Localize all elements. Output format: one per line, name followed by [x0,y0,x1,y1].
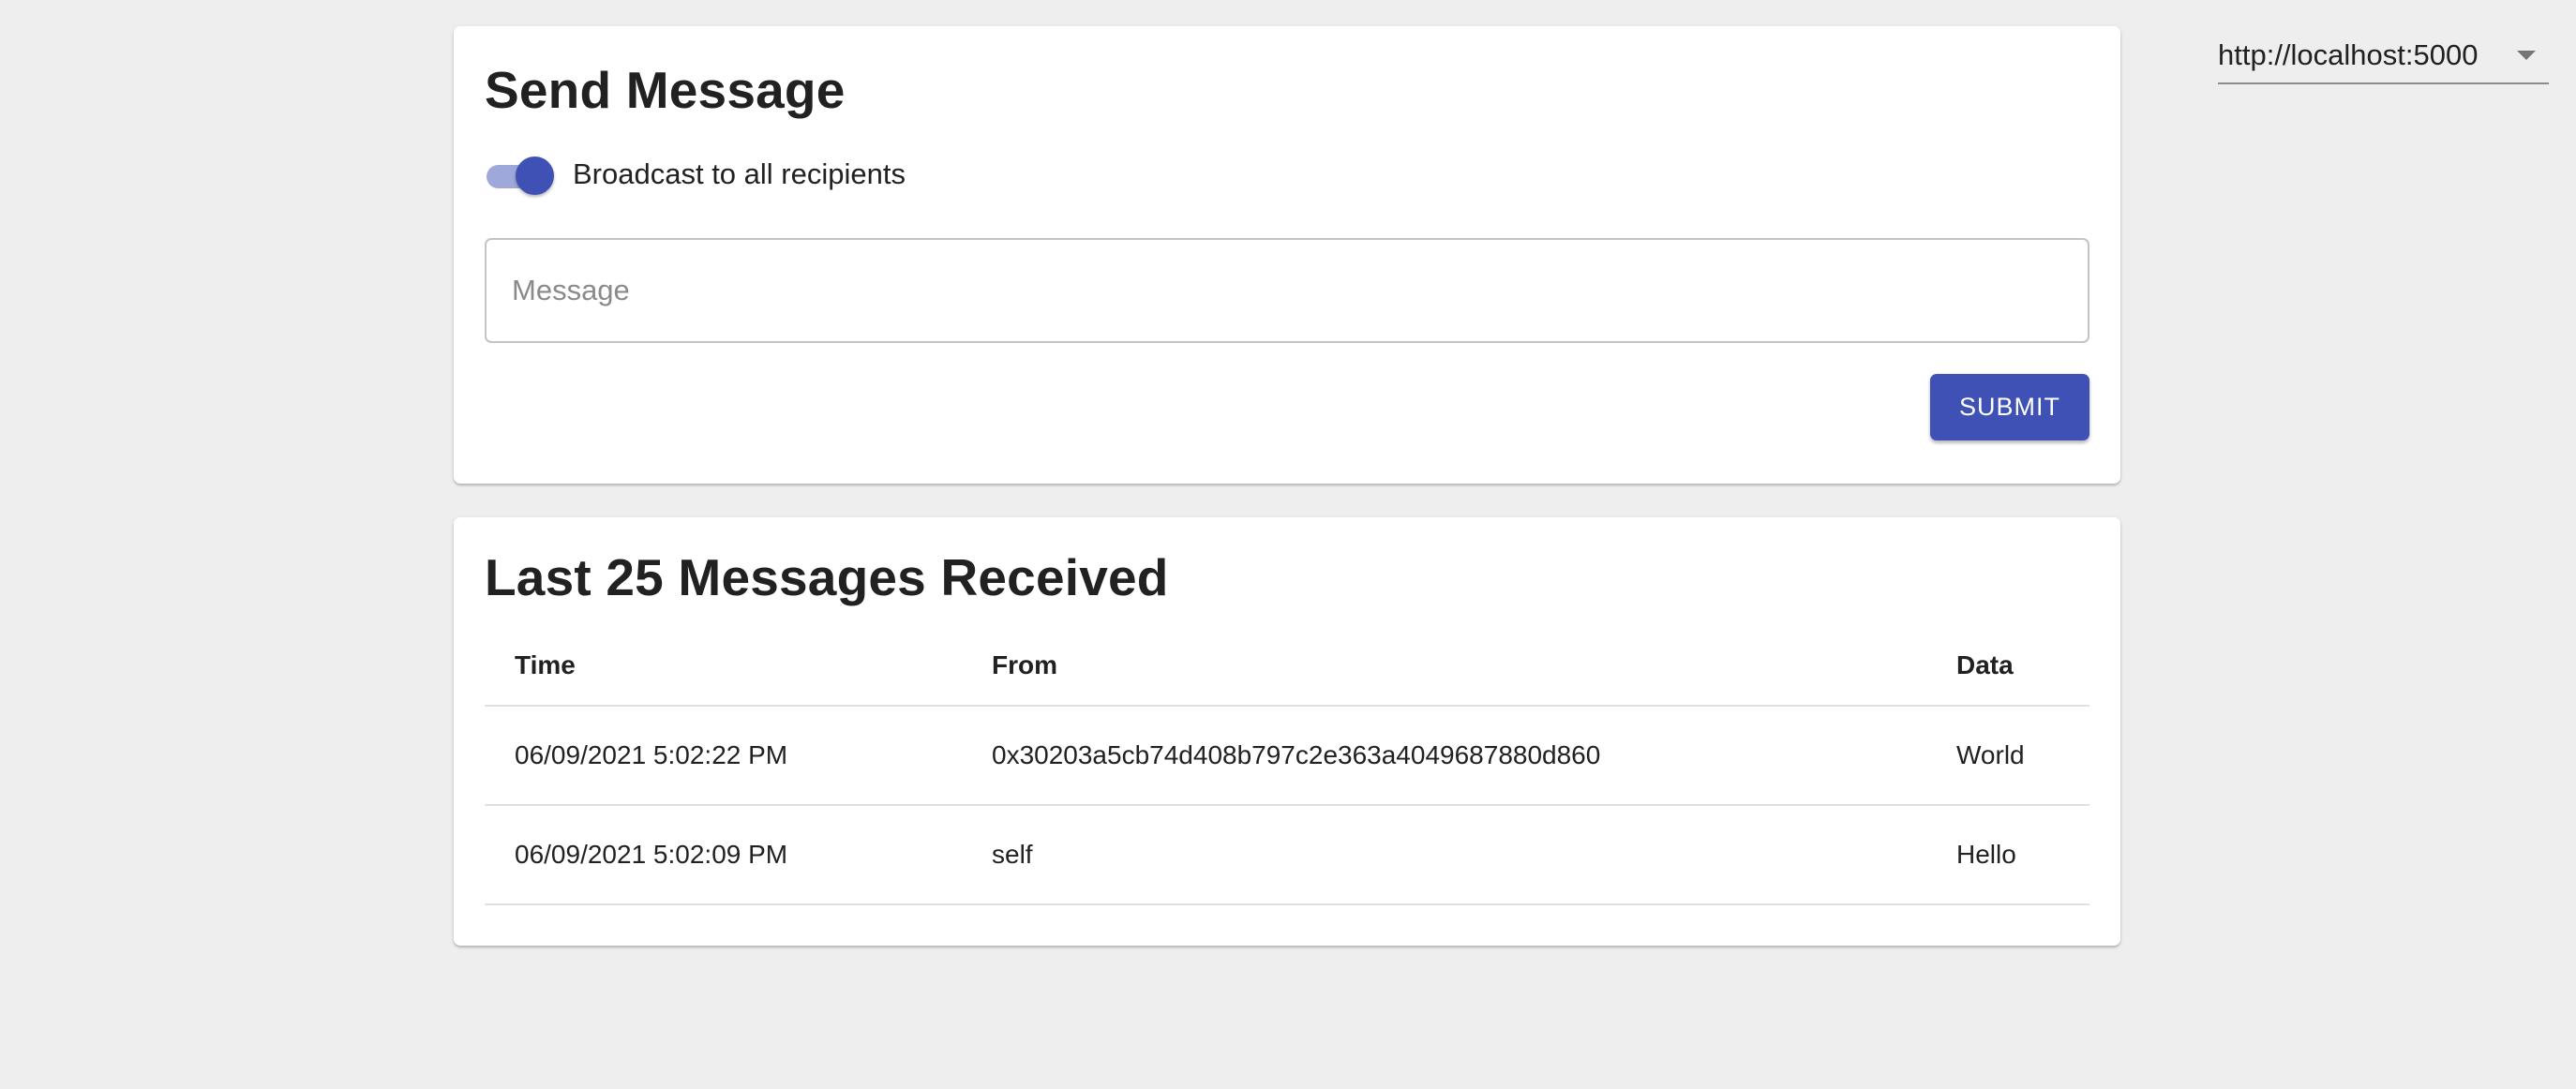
table-header-row: Time From Data [485,626,2089,707]
server-select-value: http://localhost:5000 [2218,38,2479,71]
cell-data: World [1926,706,2089,806]
table-row: 06/09/2021 5:02:09 PM self Hello [485,805,2089,905]
messages-table: Time From Data 06/09/2021 5:02:22 PM 0x3… [485,626,2089,905]
column-header-time: Time [485,626,962,707]
send-actions: SUBMIT [485,374,2089,440]
cell-from: self [962,805,1926,905]
server-select[interactable]: http://localhost:5000 [2218,28,2549,84]
dropdown-arrow-icon [2517,51,2536,60]
send-message-card: Send Message Broadcast to all recipients… [454,26,2120,484]
cell-data: Hello [1926,805,2089,905]
column-header-data: Data [1926,626,2089,707]
received-messages-title: Last 25 Messages Received [485,548,1169,606]
cell-time: 06/09/2021 5:02:09 PM [485,805,962,905]
broadcast-label[interactable]: Broadcast to all recipients [573,157,906,191]
received-messages-card: Last 25 Messages Received Time From Data… [454,517,2120,946]
broadcast-toggle-row: Broadcast to all recipients [485,154,2089,195]
toggle-thumb [516,157,554,195]
message-field [485,238,2089,343]
send-message-title: Send Message [485,61,846,119]
cell-from: 0x30203a5cb74d408b797c2e363a4049687880d8… [962,706,1926,806]
cell-time: 06/09/2021 5:02:22 PM [485,706,962,806]
column-header-from: From [962,626,1926,707]
broadcast-toggle[interactable] [485,154,556,195]
message-input[interactable] [487,240,2088,341]
table-row: 06/09/2021 5:02:22 PM 0x30203a5cb74d408b… [485,706,2089,806]
submit-button[interactable]: SUBMIT [1930,374,2089,440]
